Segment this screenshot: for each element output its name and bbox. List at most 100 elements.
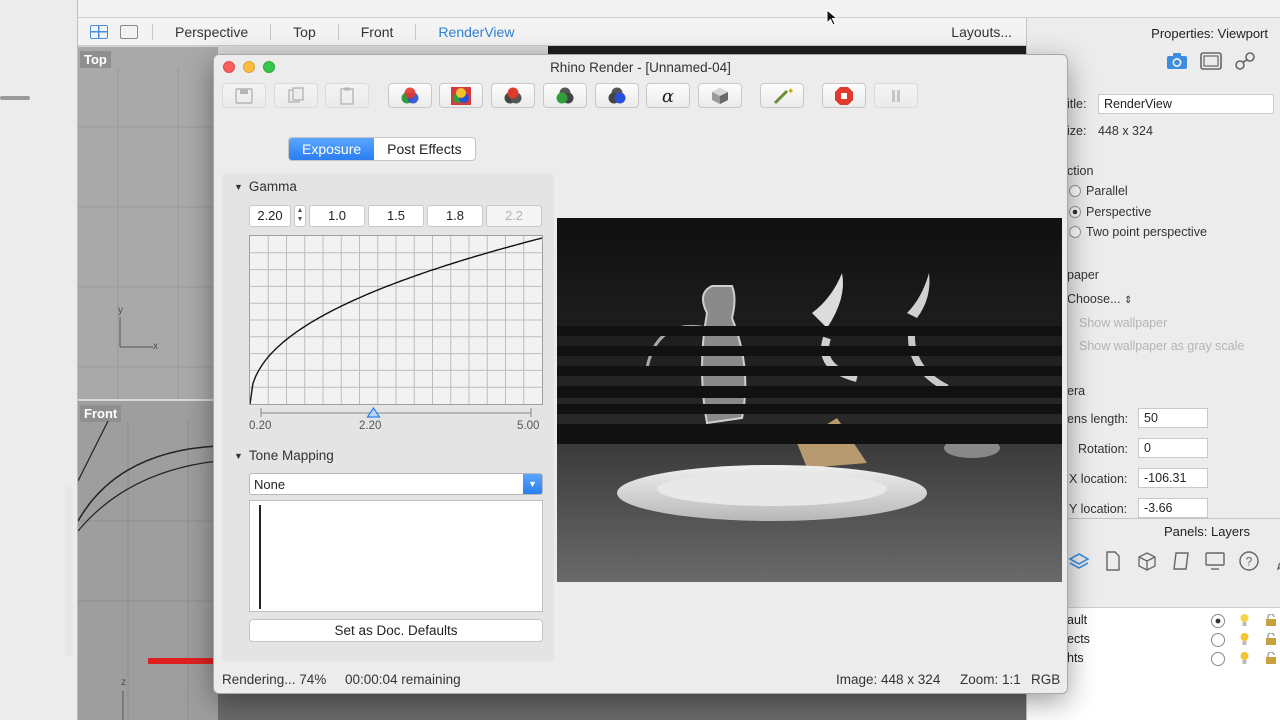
set-doc-defaults-button[interactable]: Set as Doc. Defaults xyxy=(249,619,543,642)
app-top-bar xyxy=(0,0,1280,18)
copy-button[interactable] xyxy=(274,83,318,108)
wallpaper-choose[interactable]: Choose... ⇕ xyxy=(1067,292,1132,306)
tone-mapping-select[interactable]: None ▼ xyxy=(249,473,543,495)
svg-text:✦: ✦ xyxy=(787,87,793,97)
gamma-section-header[interactable]: ▼ Gamma xyxy=(234,179,297,194)
layouts-button[interactable]: Layouts... xyxy=(951,24,1012,40)
gamma-slider[interactable]: 0.20 2.20 5.00 xyxy=(249,407,543,432)
radio-two-point[interactable] xyxy=(1069,226,1081,238)
color-channels-icon xyxy=(451,86,471,105)
blue-channel-button[interactable] xyxy=(595,83,639,108)
rgb-channels-icon xyxy=(401,87,419,103)
grid-lines xyxy=(78,67,218,399)
alpha-icon: α xyxy=(662,86,674,106)
title-label: itle: xyxy=(1067,97,1087,111)
panel-handle[interactable] xyxy=(0,96,30,100)
viewport-scrollbar[interactable] xyxy=(65,486,73,656)
camera-header: era xyxy=(1067,384,1086,398)
properties-title: Properties: Viewport xyxy=(1151,26,1268,41)
gamma-value-field[interactable]: 2.20 xyxy=(249,205,291,227)
tab-perspective[interactable]: Perspective xyxy=(152,23,270,40)
help-icon[interactable]: ? xyxy=(1237,549,1261,573)
paste-button[interactable] xyxy=(325,83,369,108)
projection-two-point[interactable]: Two point perspective xyxy=(1069,225,1207,239)
projection-parallel[interactable]: Parallel xyxy=(1069,184,1128,198)
render-image[interactable] xyxy=(557,218,1062,582)
radio-parallel[interactable] xyxy=(1069,185,1081,197)
color-channels-button[interactable] xyxy=(439,83,483,108)
shading-button[interactable] xyxy=(698,83,742,108)
window-titlebar[interactable]: Rhino Render - [Unnamed-04] xyxy=(214,55,1067,79)
red-channel-button[interactable] xyxy=(491,83,535,108)
show-wallpaper-checkbox[interactable]: Show wallpaper xyxy=(1079,316,1167,330)
current-layer-radio[interactable] xyxy=(1211,614,1225,628)
rotation-field[interactable]: 0 xyxy=(1138,438,1208,458)
rotation-label: Rotation: xyxy=(1078,442,1129,456)
projection-header: ction xyxy=(1067,164,1094,178)
gamma-preset-1-8[interactable]: 1.8 xyxy=(427,205,483,227)
y-location-field[interactable]: -3.66 xyxy=(1138,498,1208,518)
pause-render-button[interactable] xyxy=(874,83,918,108)
layers-icon[interactable] xyxy=(1067,549,1091,573)
display-icon[interactable] xyxy=(1199,50,1223,72)
document-icon[interactable] xyxy=(1101,549,1125,573)
pause-icon xyxy=(892,89,900,102)
rgb-channels-button[interactable] xyxy=(388,83,432,108)
lightbulb-icon[interactable] xyxy=(1239,651,1250,665)
disclosure-triangle-icon: ▼ xyxy=(234,182,243,192)
gamma-curve-graph xyxy=(249,235,543,405)
link-icon[interactable] xyxy=(1233,50,1257,72)
show-wallpaper-gray-checkbox[interactable]: Show wallpaper as gray scale xyxy=(1079,339,1244,353)
material-icon[interactable] xyxy=(1169,549,1193,573)
lightbulb-icon[interactable] xyxy=(1239,632,1250,646)
tab-post-effects[interactable]: Post Effects xyxy=(374,138,474,160)
top-viewport[interactable]: Top y x xyxy=(78,47,218,399)
viewport-tab-bar: Perspective Top Front RenderView Layouts… xyxy=(78,18,1026,46)
stop-render-button[interactable] xyxy=(822,83,866,108)
four-viewports-icon[interactable] xyxy=(90,24,108,39)
post-effects-button[interactable]: ✦ xyxy=(760,83,804,108)
monitor-icon[interactable] xyxy=(1203,549,1227,573)
single-viewport-icon[interactable] xyxy=(120,24,138,39)
lens-length-label: ens length: xyxy=(1067,412,1129,426)
rendered-scene xyxy=(557,218,1062,582)
lock-icon[interactable] xyxy=(1265,652,1277,664)
x-location-field[interactable]: -106.31 xyxy=(1138,468,1208,488)
tab-front[interactable]: Front xyxy=(337,23,416,40)
projection-perspective[interactable]: Perspective xyxy=(1069,205,1151,219)
save-icon xyxy=(235,87,253,104)
exposure-tabs: Exposure Post Effects xyxy=(288,137,476,161)
radio-perspective[interactable] xyxy=(1069,206,1081,218)
gamma-preset-1-0[interactable]: 1.0 xyxy=(309,205,365,227)
window-title: Rhino Render - [Unnamed-04] xyxy=(550,60,731,75)
alpha-channel-button[interactable]: α xyxy=(646,83,690,108)
cube-icon[interactable] xyxy=(1135,549,1159,573)
current-layer-radio[interactable] xyxy=(1211,633,1225,647)
gamma-current-label: 2.20 xyxy=(359,420,382,432)
current-layer-radio[interactable] xyxy=(1211,652,1225,666)
gamma-preset-1-5[interactable]: 1.5 xyxy=(368,205,424,227)
wallpaper-header: paper xyxy=(1067,268,1099,282)
tone-mapping-section-header[interactable]: ▼ Tone Mapping xyxy=(234,448,334,463)
svg-text:α: α xyxy=(662,86,674,106)
front-viewport[interactable]: Front z xyxy=(65,401,218,720)
red-channel-icon xyxy=(504,87,522,103)
channel-mode: RGB xyxy=(1031,672,1061,687)
pen-icon[interactable] xyxy=(1271,549,1280,573)
gamma-stepper[interactable]: ▲ ▼ xyxy=(294,205,306,227)
title-field[interactable]: RenderView xyxy=(1098,94,1274,114)
lock-icon[interactable] xyxy=(1265,633,1277,645)
lightbulb-icon[interactable] xyxy=(1239,613,1250,627)
camera-icon[interactable] xyxy=(1165,50,1189,72)
lens-length-field[interactable]: 50 xyxy=(1138,408,1208,428)
lock-icon[interactable] xyxy=(1265,614,1277,626)
svg-text:?: ? xyxy=(1246,555,1253,569)
gamma-slider-track xyxy=(260,407,532,418)
tab-renderview[interactable]: RenderView xyxy=(415,23,536,40)
tab-exposure[interactable]: Exposure xyxy=(289,138,375,160)
green-channel-button[interactable] xyxy=(543,83,587,108)
save-button[interactable] xyxy=(222,83,266,108)
tab-top[interactable]: Top xyxy=(270,23,338,40)
gamma-preset-2-2[interactable]: 2.2 xyxy=(486,205,542,227)
mouse-cursor-icon xyxy=(826,9,838,26)
